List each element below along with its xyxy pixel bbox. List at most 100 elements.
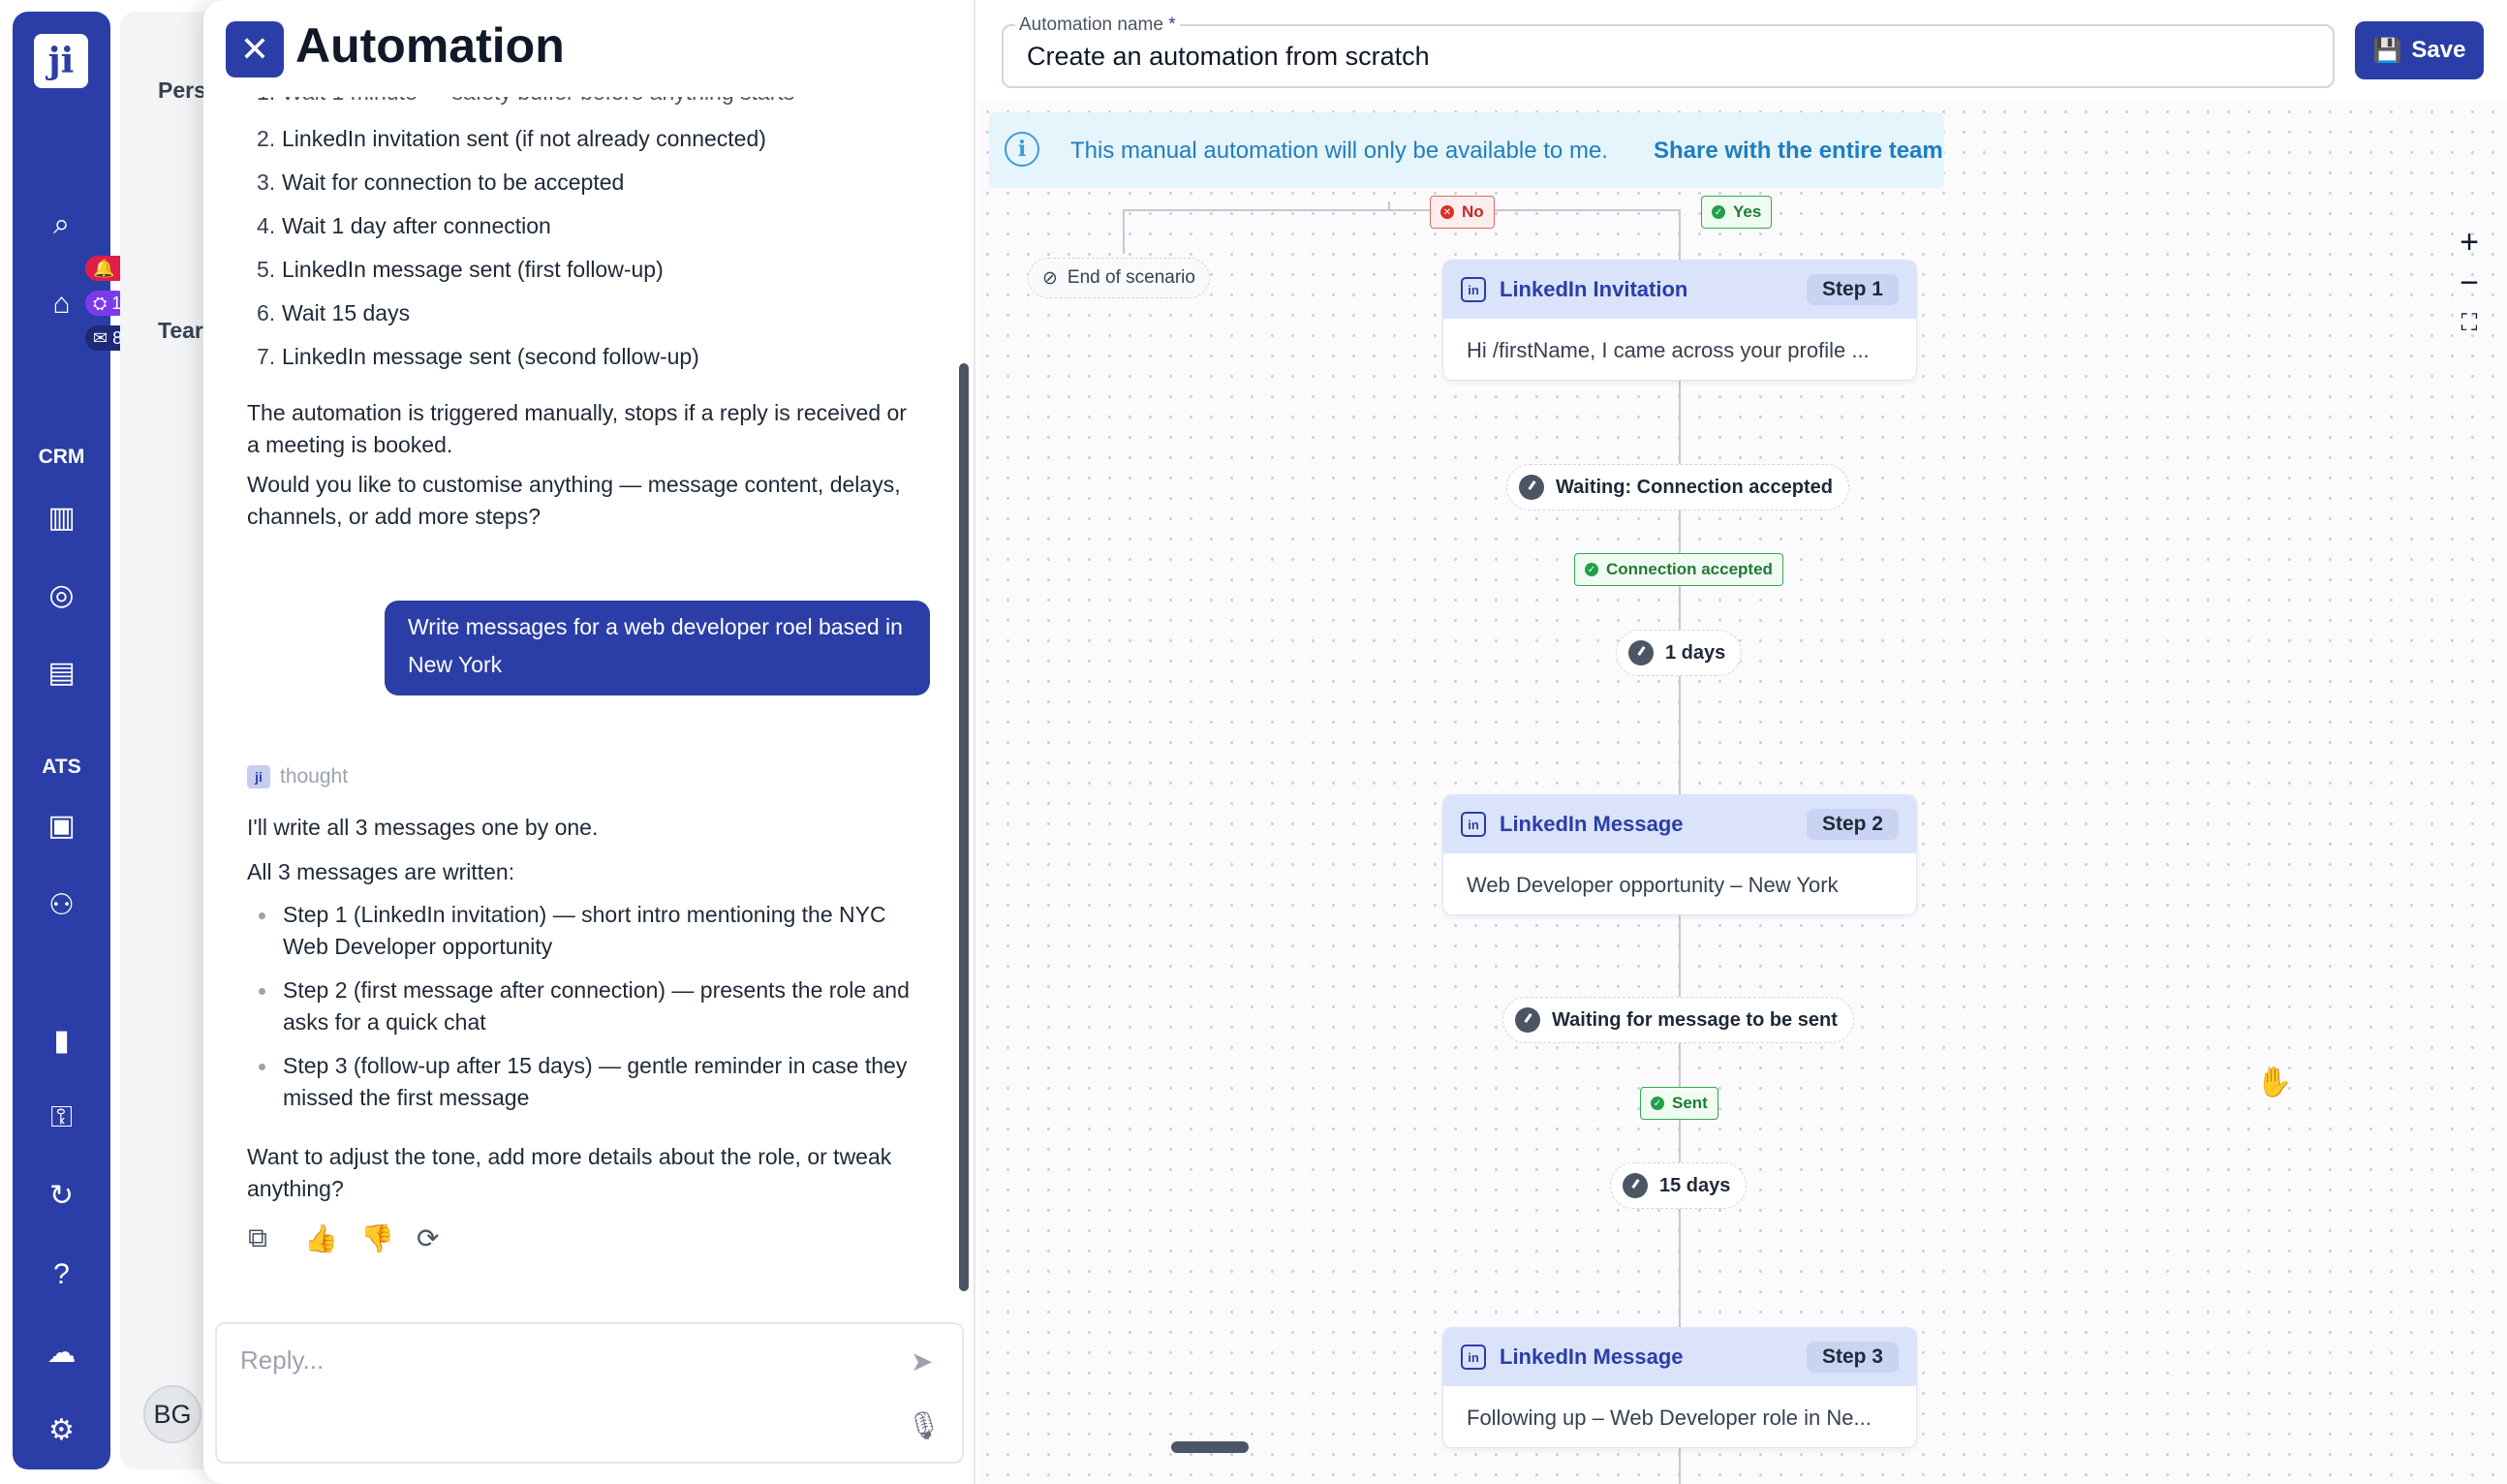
assistant-logo-icon: ji	[247, 765, 270, 788]
targets-icon[interactable]: ◎	[13, 573, 110, 616]
assistant-reply-1: I'll write all 3 messages one by one.	[247, 815, 599, 840]
companies-icon[interactable]: ▥	[13, 496, 110, 539]
info-text: This manual automation will only be avai…	[1070, 138, 1608, 164]
timer-icon	[1628, 640, 1654, 665]
assistant-question: Would you like to customise anything — m…	[247, 472, 901, 529]
copy-icon[interactable]: ⧉	[248, 1222, 267, 1254]
fit-view-button[interactable]: ⛶	[2448, 304, 2491, 343]
wait-condition-node[interactable]: Waiting for message to be sent	[1502, 997, 1854, 1043]
node-title: LinkedIn Message	[1500, 1345, 1684, 1369]
required-mark: *	[1168, 15, 1176, 35]
refresh-icon[interactable]: ↻	[13, 1174, 110, 1217]
automation-name-field[interactable]: Automation name * Create an automation f…	[1002, 15, 2335, 88]
help-icon[interactable]: ?	[13, 1253, 110, 1296]
connector-line	[1123, 209, 1125, 254]
user-message: Write messages for a web developer roel …	[385, 601, 930, 696]
assistant-reply-2: All 3 messages are written:	[247, 859, 515, 884]
wait-condition-node[interactable]: Waiting: Connection accepted	[1506, 464, 1849, 510]
chat-thread[interactable]: 1.Wait 1 minute — safety buffer before a…	[203, 97, 969, 1317]
cloud-check-icon[interactable]: ☁	[13, 1331, 110, 1374]
bullet-item: Step 3 (follow-up after 15 days) — gentl…	[257, 1050, 915, 1114]
timer-icon	[1519, 475, 1544, 500]
reply-input[interactable]	[240, 1345, 860, 1376]
delay-node[interactable]: 1 days	[1616, 630, 1743, 676]
thumbs-down-icon[interactable]: 👎	[360, 1222, 394, 1254]
save-label: Save	[2411, 37, 2466, 63]
jobs-icon[interactable]: ▣	[13, 804, 110, 847]
list-item-truncated: 1.Wait 1 minute — safety buffer before a…	[257, 97, 794, 106]
list-item: 4. Wait 1 day after connection	[257, 213, 551, 238]
microphone-icon[interactable]: 🎙	[907, 1409, 942, 1441]
linkedin-icon: in	[1461, 812, 1486, 837]
background-label-team: Tear	[158, 318, 203, 343]
assistant-pane: ✕ Automation 1.Wait 1 minute — safety bu…	[203, 0, 975, 1484]
search-icon[interactable]: ⌕	[13, 203, 110, 246]
lock-icon[interactable]: ⚿	[13, 1097, 110, 1139]
nav-rail: ji ⌕ ⌂ 🔔14 ⛭1 ✉86 CRM ▥ ◎ ▤ ATS ▣ ⚇ ▮ ⚿ …	[13, 12, 148, 1469]
connector-line	[1679, 209, 1681, 260]
linkedin-icon: in	[1461, 1345, 1486, 1370]
floppy-disk-icon: 💾	[2372, 37, 2402, 64]
analytics-icon[interactable]: ▮	[13, 1019, 110, 1062]
mail-icon: ✉	[93, 327, 108, 348]
automation-modal: ✕ Automation 1.Wait 1 minute — safety bu…	[203, 0, 2507, 1484]
assistant-summary: The automation is triggered manually, st…	[247, 400, 907, 457]
step-badge: Step 2	[1806, 809, 1899, 840]
app-logo[interactable]: ji	[34, 34, 88, 88]
end-of-scenario[interactable]: ⊘ End of scenario	[1028, 258, 1210, 298]
connector-line	[1123, 209, 1681, 211]
share-team-link[interactable]: Share with the entire team	[1654, 138, 1943, 165]
info-banner: i This manual automation will only be av…	[989, 112, 1944, 188]
no-icon: ✕	[1440, 205, 1454, 219]
page-title: Automation	[295, 18, 565, 73]
contacts-icon[interactable]: ▤	[13, 651, 110, 694]
list-item: 2. LinkedIn invitation sent (if not alrea…	[257, 126, 766, 151]
zoom-out-button[interactable]: −	[2448, 263, 2491, 302]
thought-toggle[interactable]: ji thought	[247, 765, 348, 788]
regenerate-icon[interactable]: ⟳	[417, 1222, 439, 1254]
chat-scrollbar[interactable]	[959, 363, 969, 1291]
connector-line	[1679, 378, 1681, 794]
reply-box: ➤ 🎙	[215, 1322, 964, 1464]
send-icon[interactable]: ➤	[911, 1345, 933, 1377]
candidates-icon[interactable]: ⚇	[13, 883, 110, 926]
close-icon: ✕	[239, 29, 270, 69]
close-button[interactable]: ✕	[226, 21, 284, 77]
connector-line	[1388, 201, 1390, 211]
step-node-1[interactable]: in LinkedIn Invitation Step 1 Hi /firstNam…	[1442, 260, 1917, 381]
automation-name-value[interactable]: Create an automation from scratch	[1027, 42, 1430, 72]
list-item: 3. Wait for connection to be accepted	[257, 170, 625, 195]
timer-icon	[1623, 1173, 1648, 1198]
node-body: Web Developer opportunity – New York	[1467, 873, 1839, 897]
delay-node[interactable]: 15 days	[1610, 1162, 1748, 1209]
bullet-item: Step 1 (LinkedIn invitation) — short int…	[257, 899, 915, 963]
connection-accepted-tag: ✓ Connection accepted	[1574, 553, 1783, 586]
assistant-closing: Want to adjust the tone, add more detail…	[247, 1144, 892, 1201]
grab-cursor-icon: ✋	[2256, 1067, 2293, 1098]
node-title: LinkedIn Invitation	[1500, 277, 1688, 301]
settings-icon[interactable]: ⚙	[13, 1408, 110, 1451]
step-node-2[interactable]: in LinkedIn Message Step 2 Web Developer o…	[1442, 794, 1917, 915]
canvas-scrollbar[interactable]	[1171, 1441, 1249, 1453]
bullet-item: Step 2 (first message after connection) …	[257, 974, 915, 1038]
save-button[interactable]: 💾 Save	[2355, 21, 2484, 79]
check-icon: ✓	[1651, 1097, 1664, 1110]
avatar[interactable]: BG	[143, 1385, 201, 1443]
sent-tag: ✓ Sent	[1640, 1087, 1718, 1120]
step-node-3[interactable]: in LinkedIn Message Step 3 Following up – …	[1442, 1327, 1917, 1448]
block-icon: ⊘	[1042, 267, 1058, 289]
step-badge: Step 1	[1806, 274, 1899, 305]
user-icon: ⛭	[93, 293, 108, 313]
background-label-pers: Pers	[158, 77, 206, 103]
check-icon: ✓	[1585, 563, 1598, 576]
node-body: Hi /firstName, I came across your profil…	[1467, 338, 1870, 362]
check-icon: ✓	[1712, 205, 1725, 219]
timer-icon	[1515, 1007, 1540, 1033]
flow-canvas[interactable]: Automation name * Create an automation f…	[977, 0, 2507, 1484]
zoom-in-button[interactable]: +	[2448, 223, 2491, 262]
node-title: LinkedIn Message	[1500, 812, 1684, 836]
thumbs-up-icon[interactable]: 👍	[304, 1222, 338, 1254]
branch-yes-tag: ✓ Yes	[1701, 196, 1773, 229]
automation-name-label: Automation name *	[1015, 15, 1180, 36]
connector-line	[1679, 1448, 1681, 1484]
